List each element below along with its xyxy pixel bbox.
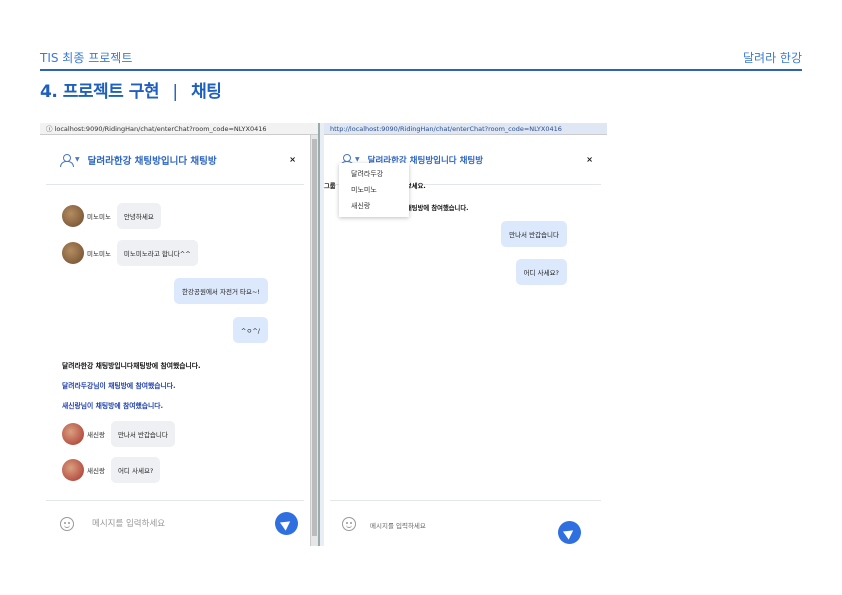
- right-chat-window: http://localhost:9090/RidingHan/chat/ent…: [324, 123, 607, 546]
- join-notice: 새신랑님이 채팅방에 참여했습니다.: [62, 402, 164, 410]
- scrollbar[interactable]: [310, 135, 318, 546]
- section-title-text: 프로젝트 구현: [62, 82, 160, 102]
- message-input[interactable]: 메시지를 입력하세요: [92, 517, 165, 529]
- sender-name: 새신랑: [87, 467, 105, 475]
- address-bar[interactable]: ⓘ localhost:9090/RidingHan/chat/enterCha…: [40, 123, 318, 135]
- my-message-bubble: ^ㅇ^/: [232, 317, 268, 343]
- section-number: 4.: [40, 82, 58, 102]
- message-bubble: 어디 사세요?: [110, 457, 161, 483]
- participants-dropdown: 달려라두강 미노미노 새신랑: [339, 163, 409, 217]
- left-chat-window: ⓘ localhost:9090/RidingHan/chat/enterCha…: [40, 123, 320, 546]
- chat-message: 새신랑 만나서 반갑습니다: [62, 421, 175, 447]
- avatar: [62, 423, 84, 445]
- join-notice: 달려라두강님이 채팅방에 참여했습니다.: [62, 382, 176, 390]
- my-message-bubble: 어디 사세요?: [515, 259, 567, 285]
- clipped-text: 그룹: [324, 183, 336, 190]
- address-bar[interactable]: http://localhost:9090/RidingHan/chat/ent…: [324, 123, 607, 135]
- avatar: [62, 242, 84, 264]
- emoji-icon[interactable]: [60, 517, 74, 531]
- avatar: [62, 459, 84, 481]
- join-notice: 달려라한강 채팅방입니다채팅방에 참여했습니다.: [62, 362, 201, 370]
- message-bubble: 안녕하세요: [116, 203, 161, 229]
- participant-item[interactable]: 달려라두강: [339, 166, 409, 182]
- message-bubble: 미노미노라고 합니다^^: [116, 240, 198, 266]
- message-bubble: 만나서 반갑습니다: [110, 421, 175, 447]
- caret-down-icon[interactable]: ▼: [75, 156, 80, 163]
- chat-message: 새신랑 어디 사세요?: [62, 457, 161, 483]
- close-button[interactable]: ×: [586, 155, 593, 164]
- my-message-bubble: 만나서 반갑습니다: [501, 221, 567, 247]
- message-input-bar: 메시지를 입력하세요: [46, 500, 304, 546]
- section-subtitle: 채팅: [191, 82, 222, 102]
- message-input-bar: 메시지를 입력하세요: [330, 500, 601, 546]
- sender-name: 미노미노: [87, 250, 111, 258]
- chat-message: 미노미노 안녕하세요: [62, 203, 161, 229]
- message-input[interactable]: 메시지를 입력하세요: [370, 520, 426, 530]
- room-title: 달려라한강 채팅방입니다 채팅방: [87, 155, 217, 167]
- my-message-bubble: 한강공원에서 자전거 타요~!: [174, 278, 268, 304]
- section-separator: |: [172, 82, 178, 102]
- section-title: 4. 프로젝트 구현 | 채팅: [40, 77, 222, 102]
- caret-down-icon[interactable]: ▼: [355, 156, 360, 163]
- header-divider: [40, 69, 802, 71]
- sender-name: 미노미노: [87, 213, 111, 221]
- send-button[interactable]: [275, 512, 298, 535]
- clipped-text: 채팅방에 참여했습니다.: [406, 205, 469, 212]
- participant-item[interactable]: 새신랑: [339, 198, 409, 214]
- chat-screenshot: ⓘ localhost:9090/RidingHan/chat/enterCha…: [40, 123, 607, 546]
- close-button[interactable]: ×: [289, 155, 296, 164]
- avatar: [62, 205, 84, 227]
- participant-item[interactable]: 미노미노: [339, 182, 409, 198]
- send-button[interactable]: [558, 521, 581, 544]
- chat-message: 미노미노 미노미노라고 합니다^^: [62, 240, 198, 266]
- header-project-name: TIS 최종 프로젝트: [40, 51, 133, 65]
- header-team-name: 달려라 한강: [742, 51, 802, 65]
- sender-name: 새신랑: [87, 431, 105, 439]
- emoji-icon[interactable]: [342, 517, 356, 531]
- chat-header: ▼ 달려라한강 채팅방입니다 채팅방 ×: [46, 135, 304, 185]
- document-page: TIS 최종 프로젝트 달려라 한강 4. 프로젝트 구현 | 채팅 ⓘ loc…: [0, 0, 842, 595]
- user-icon[interactable]: [60, 153, 74, 167]
- scrollbar-thumb[interactable]: [312, 139, 317, 536]
